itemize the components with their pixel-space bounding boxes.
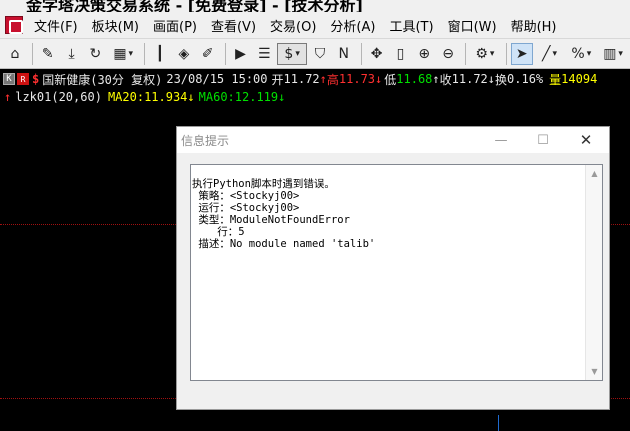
download-icon[interactable]: ⤓ <box>61 43 83 65</box>
ma20-value: 11.934 <box>144 90 188 104</box>
arrow-up-icon: ↑ <box>319 72 327 86</box>
high-label: 高 <box>326 72 339 87</box>
turnover-value: 0.16% <box>507 72 544 86</box>
filter-icon[interactable]: ⛉ <box>309 43 331 65</box>
zoom-out-icon[interactable]: ⊖ <box>437 43 459 65</box>
close-icon[interactable]: ✕ <box>566 129 606 151</box>
candlestick-icon[interactable]: ┃ <box>149 43 171 65</box>
menu-trade[interactable]: 交易(O) <box>263 16 323 35</box>
arrow-up-icon: ↑ <box>432 72 440 86</box>
minimize-icon[interactable]: — <box>481 129 521 151</box>
dialog-title: 信息提示 <box>181 134 230 148</box>
turnover-label: 换 <box>495 72 508 87</box>
arrow-down-icon: ↓ <box>187 90 195 104</box>
list-icon[interactable]: ☰ <box>253 43 275 65</box>
ma20-label: MA20: <box>107 90 145 104</box>
menu-analysis[interactable]: 分析(A) <box>323 16 382 35</box>
quote-info-line: K R $ 国新健康(30分 复权) 23/08/15 15:00 开 11.7… <box>0 70 630 88</box>
k-line-badge[interactable]: K <box>3 73 15 85</box>
dollar-icon: $ <box>32 72 40 86</box>
panel-icon[interactable]: ▥ <box>598 43 628 65</box>
info-dialog: 信息提示 — ☐ ✕ 执行Python脚本时遇到错误。 策略：<Stockyj0… <box>176 126 610 410</box>
gear-icon[interactable]: ⚙ <box>470 43 500 65</box>
percent-icon[interactable]: % <box>566 43 596 65</box>
right-badge[interactable]: R <box>17 73 29 85</box>
pen-icon[interactable]: ✎ <box>37 43 59 65</box>
home-icon[interactable]: ⌂ <box>4 43 26 65</box>
close-label: 收 <box>439 72 452 87</box>
low-value: 11.68 <box>396 72 433 86</box>
scroll-down-icon[interactable]: ▼ <box>586 363 603 380</box>
vertical-scrollbar[interactable]: ▲ ▼ <box>585 165 602 380</box>
indicator-name[interactable]: lzk01(20,60) <box>15 90 102 104</box>
menu-screen[interactable]: 画面(P) <box>146 16 204 35</box>
close-value: 11.72 <box>451 72 488 86</box>
menu-view[interactable]: 查看(V) <box>204 16 263 35</box>
dialog-message: 执行Python脚本时遇到错误。 策略：<Stockyj00> 运行：<Stoc… <box>192 178 376 250</box>
dollar-icon[interactable]: $ <box>277 42 308 65</box>
scroll-up-icon[interactable]: ▲ <box>586 165 603 182</box>
dialog-message-box[interactable]: 执行Python脚本时遇到错误。 策略：<Stockyj00> 运行：<Stoc… <box>190 164 603 381</box>
open-label: 开 <box>271 72 284 87</box>
open-value: 11.72 <box>283 72 320 86</box>
menu-window[interactable]: 窗口(W) <box>441 16 504 35</box>
volume-label: 量 <box>549 72 562 87</box>
dialog-title-bar[interactable]: 信息提示 — ☐ ✕ <box>177 127 609 153</box>
arrow-down-icon: ↓ <box>375 72 383 86</box>
toolbar-separator <box>360 42 362 65</box>
window-title: 金字塔决策交易系统 - [免费登录] - [技术分析] <box>26 0 363 12</box>
refresh-icon[interactable]: ↻ <box>84 43 106 65</box>
toolbar-separator <box>31 42 33 65</box>
ma60-value: 12.119 <box>234 90 279 104</box>
menu-help[interactable]: 帮助(H) <box>504 16 564 35</box>
arrow-down-icon: ↓ <box>487 72 496 86</box>
maximize-icon[interactable]: ☐ <box>523 129 563 151</box>
edit-icon[interactable]: ✐ <box>197 43 219 65</box>
cursor-icon[interactable]: ➤ <box>510 42 533 65</box>
bar-icon[interactable]: ▯ <box>390 43 412 65</box>
arrow-down-icon: ↓ <box>278 90 286 104</box>
menu-file[interactable]: 文件(F) <box>27 16 85 35</box>
high-value: 11.73 <box>338 72 376 86</box>
toolbar-separator <box>144 42 146 65</box>
indicator-line: ↑ lzk01(20,60) MA20: 11.934 ↓ MA60: 12.1… <box>0 89 285 105</box>
move-icon[interactable]: ✥ <box>366 43 388 65</box>
menu-sector[interactable]: 板块(M) <box>85 16 146 35</box>
toolbar-separator <box>465 42 466 65</box>
menu-bar: 文件(F) 板块(M) 画面(P) 查看(V) 交易(O) 分析(A) 工具(T… <box>0 12 630 38</box>
ma60-label: MA60: <box>198 90 235 104</box>
window-title-bar: 金字塔决策交易系统 - [免费登录] - [技术分析] <box>0 0 630 12</box>
menu-tools[interactable]: 工具(T) <box>382 16 440 35</box>
low-label: 低 <box>384 72 397 87</box>
table-n-icon[interactable]: N <box>333 43 355 65</box>
arrow-up-icon: ↑ <box>4 90 12 104</box>
toolbar-separator <box>505 42 507 65</box>
grid-layout-icon[interactable]: ▦ <box>108 43 138 65</box>
stock-name: 国新健康(30分 复权) <box>42 72 163 87</box>
quote-datetime: 23/08/15 15:00 <box>166 72 268 86</box>
toolbar-separator <box>224 42 226 65</box>
zoom-in-icon[interactable]: ⊕ <box>413 43 435 65</box>
play-icon[interactable]: ▶ <box>230 43 252 65</box>
app-logo-icon[interactable] <box>5 16 23 34</box>
volume-value: 14094 <box>561 72 598 86</box>
line-draw-icon[interactable]: ╱ <box>535 43 565 65</box>
toolbar: ⌂ ✎ ⤓ ↻ ▦ ┃ ◈ ✐ ▶ ☰ $ ⛉ N ✥ ▯ ⊕ ⊖ ⚙ ➤ ╱ … <box>0 38 630 69</box>
diamond-icon[interactable]: ◈ <box>173 43 195 65</box>
chart-crosshair-line <box>498 415 499 431</box>
